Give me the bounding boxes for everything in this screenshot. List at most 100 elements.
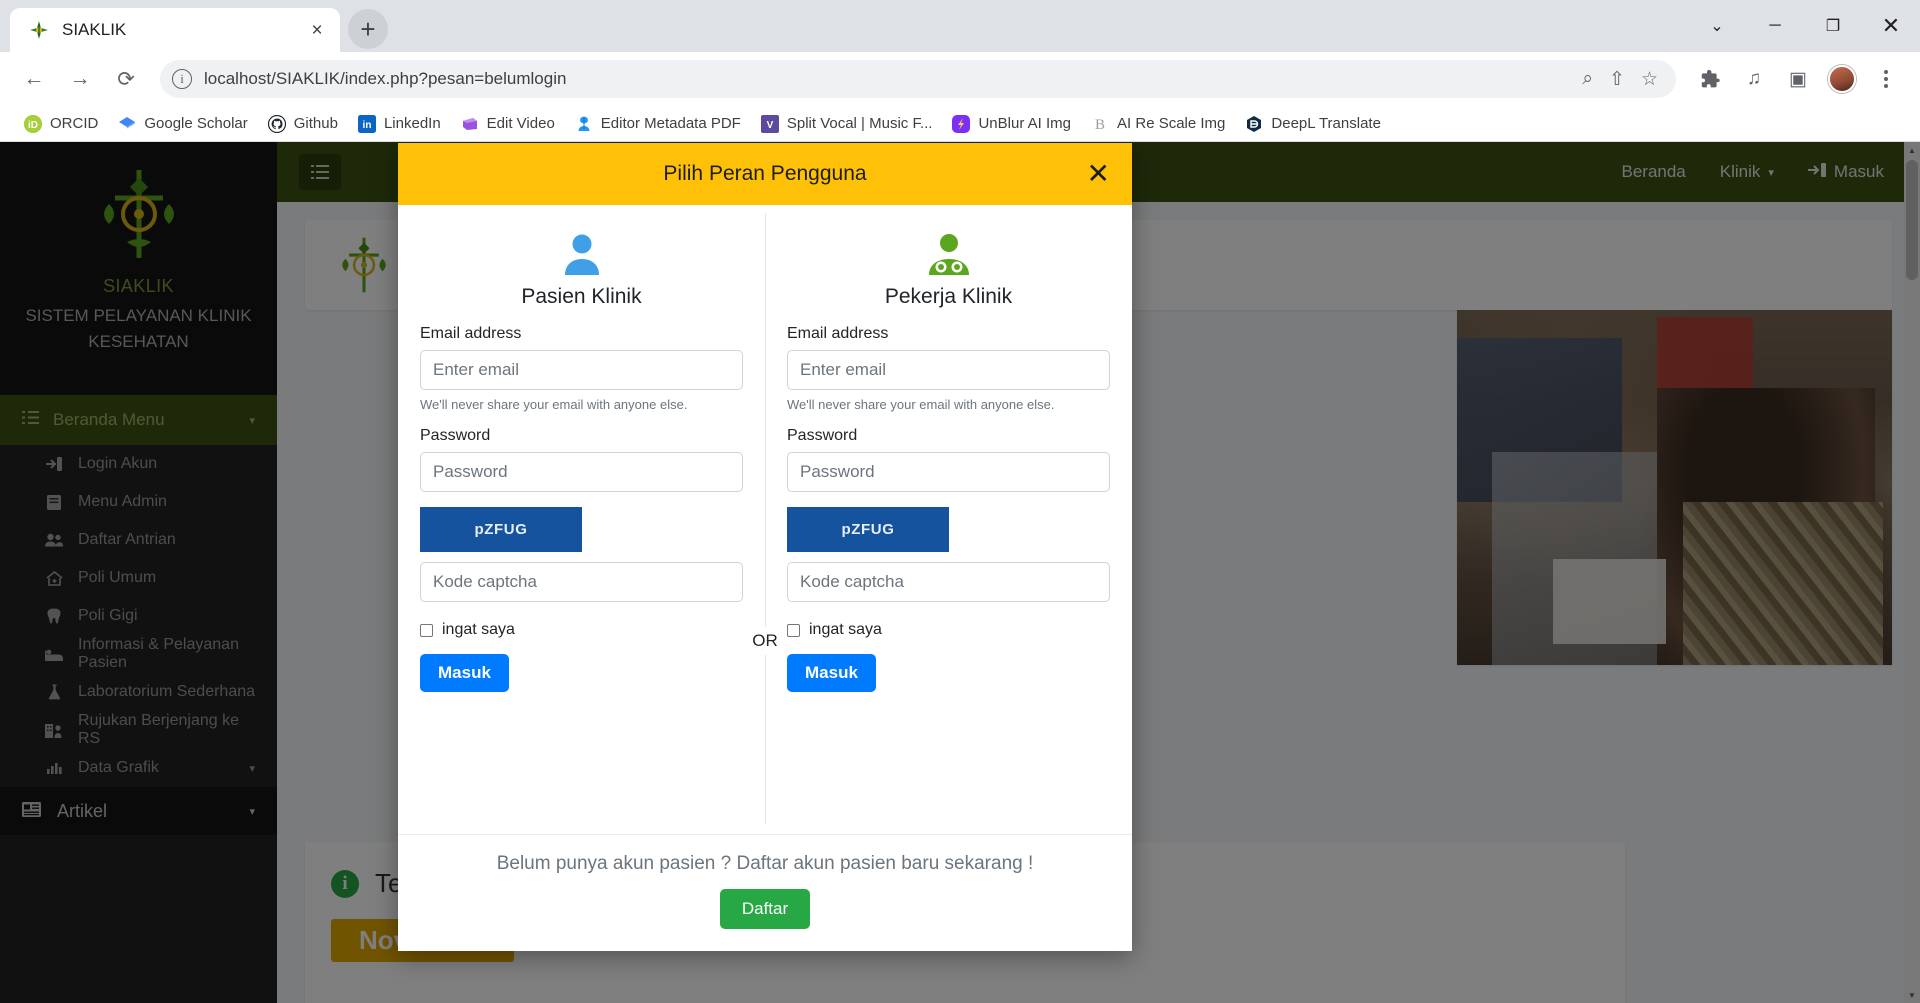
omnibox-icons: ⌕ ⇧ ☆ [1582, 68, 1664, 91]
tab-title: SIAKLIK [62, 20, 127, 39]
bookmark-ai-re-scale-img[interactable]: B AI Re Scale Img [1081, 111, 1235, 137]
bookmarks-bar: iD ORCID Google Scholar Github in Linked… [0, 106, 1920, 142]
linkedin-icon: in [357, 114, 376, 133]
minimize-button[interactable]: ─ [1746, 0, 1804, 52]
orcid-icon: iD [24, 114, 42, 133]
bookmark-star-icon[interactable]: ☆ [1641, 68, 1658, 91]
captcha-placeholder: Kode captcha [800, 572, 904, 591]
site-info-icon[interactable]: i [172, 69, 192, 89]
remember-me-checkbox[interactable] [420, 623, 433, 637]
password-label: Password [787, 427, 858, 444]
close-window-button[interactable]: ✕ [1862, 0, 1920, 52]
extensions-icon[interactable] [1690, 59, 1730, 99]
modal-body: OR Pasien Klinik Email address Enter ema… [398, 205, 1132, 834]
bookmark-deepl-translate[interactable]: DeepL Translate [1235, 111, 1391, 137]
role-selection-modal: Pilih Peran Pengguna ✕ OR Pasien Klinik … [398, 143, 1132, 951]
email-input[interactable]: Enter email [787, 350, 1110, 390]
window-controls: ⌄ ─ ❐ ✕ [1688, 0, 1920, 52]
bookmark-linkedin[interactable]: in LinkedIn [348, 111, 451, 137]
back-button[interactable]: ← [14, 59, 54, 99]
email-label: Email address [420, 325, 522, 342]
remember-me-checkbox[interactable] [787, 623, 800, 637]
role-name: Pasien Klinik [521, 285, 642, 308]
bookmark-label: AI Re Scale Img [1117, 115, 1226, 132]
side-panel-icon[interactable]: ▣ [1778, 59, 1818, 99]
bookmark-label: Edit Video [486, 115, 555, 132]
bookmark-label: Split Vocal | Music F... [786, 115, 933, 132]
browser-tab[interactable]: SIAKLIK × [10, 8, 340, 52]
email-help-text: We'll never share your email with anyone… [420, 397, 688, 412]
captcha-image[interactable]: pZFUG [420, 507, 582, 552]
close-icon[interactable]: ✕ [1087, 160, 1110, 188]
password-input[interactable]: Password [787, 452, 1110, 492]
modal-title: Pilih Peran Pengguna [663, 162, 867, 185]
tab-search-icon[interactable]: ⌄ [1688, 0, 1746, 52]
maximize-button[interactable]: ❐ [1804, 0, 1862, 52]
forward-button[interactable]: → [60, 59, 100, 99]
bookmark-github[interactable]: Github [258, 111, 348, 137]
page-viewport: SIAKLIK SISTEM PELAYANAN KLINIK KESEHATA… [0, 142, 1920, 1003]
bookmark-unblur-ai-img[interactable]: UnBlur AI Img [942, 111, 1081, 137]
bookmark-edit-video[interactable]: Edit Video [451, 111, 565, 137]
reload-button[interactable]: ⟳ [106, 59, 146, 99]
password-input[interactable]: Password [420, 452, 743, 492]
or-separator-label: OR [746, 627, 784, 655]
captcha-input[interactable]: Kode captcha [787, 562, 1110, 602]
captcha-input[interactable]: Kode captcha [420, 562, 743, 602]
toolbar-actions: ♫ ▣ [1690, 59, 1906, 99]
submit-button-pekerja[interactable]: Masuk [787, 654, 876, 692]
password-placeholder: Password [433, 462, 508, 481]
captcha-image[interactable]: pZFUG [787, 507, 949, 552]
bookmark-label: LinkedIn [383, 115, 441, 132]
bookmark-google-scholar[interactable]: Google Scholar [108, 111, 257, 137]
new-tab-button[interactable]: + [348, 9, 388, 49]
remember-me-row[interactable]: ingat saya [787, 621, 1110, 639]
edit-video-icon [461, 115, 479, 133]
email-placeholder: Enter email [433, 360, 519, 379]
bookmark-label: ORCID [50, 115, 99, 132]
bookmark-label: Google Scholar [144, 115, 248, 132]
address-bar[interactable]: i localhost/SIAKLIK/index.php?pesan=belu… [160, 60, 1676, 98]
media-controls-icon[interactable]: ♫ [1734, 59, 1774, 99]
password-placeholder: Password [800, 462, 875, 481]
register-prompt-text: Belum punya akun pasien ? Daftar akun pa… [496, 853, 1034, 874]
metadata-pdf-icon [575, 115, 593, 133]
url-text: localhost/SIAKLIK/index.php?pesan=beluml… [204, 69, 567, 88]
bookmark-label: UnBlur AI Img [978, 115, 1072, 132]
tab-strip: SIAKLIK × + ⌄ ─ ❐ ✕ [0, 0, 1920, 52]
zoom-icon[interactable]: ⌕ [1582, 68, 1593, 90]
role-header-pasien: Pasien Klinik [420, 231, 743, 309]
role-name: Pekerja Klinik [884, 285, 1013, 308]
browser-window: SIAKLIK × + ⌄ ─ ❐ ✕ ← → ⟳ i localhost/SI… [0, 0, 1920, 1003]
chrome-menu-icon[interactable] [1866, 59, 1906, 99]
modal-header: Pilih Peran Pengguna ✕ [398, 143, 1132, 205]
profile-avatar[interactable] [1828, 65, 1856, 93]
register-button[interactable]: Daftar [719, 889, 811, 929]
bookmark-label: DeepL Translate [1271, 115, 1381, 132]
share-icon[interactable]: ⇧ [1609, 68, 1625, 91]
remember-me-row[interactable]: ingat saya [420, 621, 743, 639]
svg-text:in: in [363, 120, 372, 131]
user-icon [560, 231, 604, 275]
bookmark-orcid[interactable]: iD ORCID [14, 111, 108, 137]
email-label: Email address [787, 325, 889, 342]
siaklik-favicon-icon [28, 19, 50, 41]
bookmark-split-vocal[interactable]: V Split Vocal | Music F... [751, 111, 943, 137]
bookmark-editor-metadata-pdf[interactable]: Editor Metadata PDF [565, 111, 751, 137]
scholar-icon [118, 115, 136, 133]
remember-me-label: ingat saya [442, 621, 515, 638]
modal-footer: Belum punya akun pasien ? Daftar akun pa… [398, 834, 1132, 951]
email-placeholder: Enter email [800, 360, 886, 379]
captcha-placeholder: Kode captcha [433, 572, 537, 591]
submit-button-pasien[interactable]: Masuk [420, 654, 509, 692]
password-label: Password [420, 427, 491, 444]
bookmark-label: Github [293, 115, 338, 132]
email-input[interactable]: Enter email [420, 350, 743, 390]
email-help-text: We'll never share your email with anyone… [787, 397, 1055, 412]
rescale-icon: B [1091, 115, 1109, 133]
user-md-icon [925, 231, 973, 275]
login-column-pekerja: Pekerja Klinik Email address Enter email… [765, 221, 1132, 834]
tab-close-icon[interactable]: × [304, 17, 330, 43]
split-vocal-icon: V [760, 114, 779, 133]
unblur-icon [952, 114, 971, 133]
